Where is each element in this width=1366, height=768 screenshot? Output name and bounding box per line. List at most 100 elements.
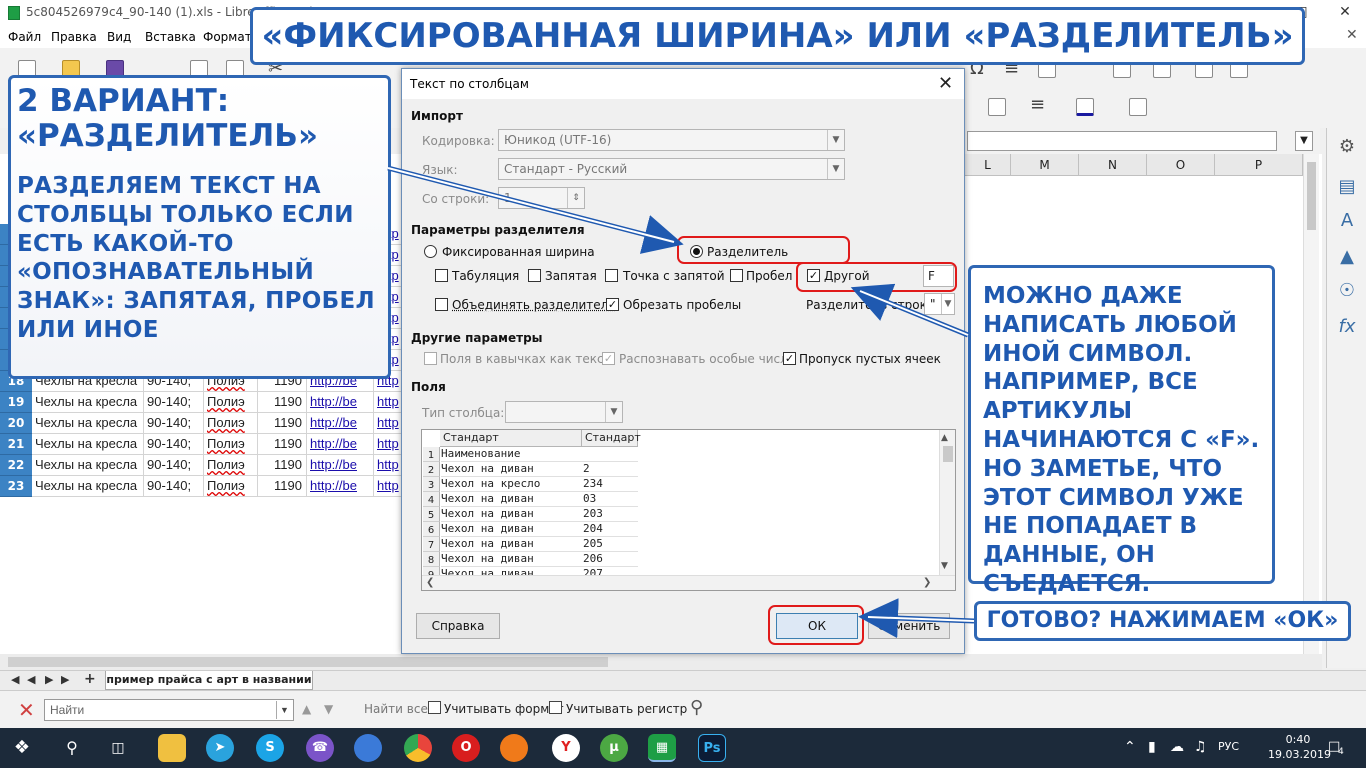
tray-expand-icon[interactable]: ⌃ [1124, 739, 1136, 755]
fixed-width-radio[interactable] [424, 245, 437, 258]
properties-icon[interactable]: ▤ [1336, 176, 1358, 198]
formula-input[interactable] [967, 131, 1277, 151]
explorer-icon[interactable] [158, 734, 186, 762]
comma-checkbox[interactable] [528, 269, 541, 282]
scroll-right-icon[interactable]: ❯ [923, 577, 931, 588]
row-header[interactable]: 23 [0, 476, 32, 497]
cell-name[interactable]: Чехлы на кресла [32, 413, 144, 434]
photoshop-icon[interactable]: Ps [698, 734, 726, 762]
torrent-icon[interactable]: μ [600, 734, 628, 762]
cell-size[interactable]: 90-140; [144, 392, 204, 413]
styles-icon[interactable]: A [1336, 210, 1358, 232]
menu-edit[interactable]: Правка [51, 30, 97, 44]
scroll-thumb[interactable] [1307, 162, 1316, 230]
skype-icon[interactable]: S [256, 734, 284, 762]
column-header[interactable]: N [1079, 154, 1147, 176]
navigator-icon[interactable]: ☉ [1336, 280, 1358, 302]
border-color-icon[interactable] [1076, 98, 1094, 116]
detect-special-checkbox[interactable]: ✓ [602, 352, 615, 365]
scroll-left-icon[interactable]: ❮ [426, 577, 434, 588]
encoding-select[interactable]: Юникод (UTF-16) ▼ [498, 129, 845, 151]
chrome-icon[interactable] [404, 734, 432, 762]
cell-material[interactable]: Полиэ [204, 434, 258, 455]
find-replace-icon[interactable]: ⚲ [690, 697, 703, 718]
cell-price[interactable]: 1190 [258, 476, 307, 497]
column-header[interactable]: P [1215, 154, 1303, 176]
find-previous-icon[interactable]: ▲ [302, 702, 311, 716]
menu-format[interactable]: Формат [203, 30, 252, 44]
preview-column-header[interactable]: Стандарт [440, 430, 582, 447]
from-row-spinner[interactable]: 1 ⇕ [498, 187, 585, 209]
opera-icon[interactable]: O [452, 734, 480, 762]
match-case-checkbox[interactable] [549, 701, 562, 714]
horizontal-scrollbar[interactable] [8, 657, 608, 667]
language-select[interactable]: Стандарт - Русский ▼ [498, 158, 845, 180]
sheet-tab[interactable]: пример прайса с арт в названии [105, 671, 313, 690]
cell-material[interactable]: Полиэ [204, 392, 258, 413]
next-sheet-icon[interactable]: ▶ [45, 673, 53, 686]
volume-icon[interactable]: ♫ [1194, 739, 1207, 755]
preview-scroll-thumb[interactable] [943, 446, 953, 462]
close-window-icon[interactable]: ✕ [1322, 0, 1366, 26]
find-dropdown-icon[interactable]: ▼ [276, 701, 292, 719]
cell-name[interactable]: Чехлы на кресла [32, 434, 144, 455]
yandex-icon[interactable]: Y [552, 734, 580, 762]
cell-material[interactable]: Полиэ [204, 455, 258, 476]
calc-icon[interactable]: ▦ [648, 734, 676, 762]
cell-link[interactable]: http://be [307, 455, 374, 476]
cell-price[interactable]: 1190 [258, 455, 307, 476]
cell-size[interactable]: 90-140; [144, 476, 204, 497]
cell-link-2[interactable]: http [374, 413, 404, 434]
functions-icon[interactable]: fx [1336, 316, 1358, 338]
quoted-as-text-checkbox[interactable] [424, 352, 437, 365]
merge-delimiters-checkbox[interactable] [435, 298, 448, 311]
first-sheet-icon[interactable]: ◀ [11, 673, 19, 686]
cell-name[interactable]: Чехлы на кресла [32, 455, 144, 476]
preview-table[interactable]: Стандарт Стандарт 1 Наименование 2 Чехол на… [421, 429, 956, 591]
menu-view[interactable]: Вид [107, 30, 131, 44]
cancel-button[interactable]: Отменить [868, 613, 950, 639]
trim-spaces-checkbox[interactable]: ✓ [606, 298, 619, 311]
row-header[interactable]: 21 [0, 434, 32, 455]
help-button[interactable]: Справка [416, 613, 500, 639]
border-style-icon[interactable]: ≡ [1030, 94, 1045, 115]
start-icon[interactable]: ❖ [8, 734, 36, 762]
vertical-scrollbar[interactable] [1303, 154, 1319, 654]
menu-insert[interactable]: Вставка [145, 30, 196, 44]
cell-price[interactable]: 1190 [258, 434, 307, 455]
semicolon-checkbox[interactable] [605, 269, 618, 282]
close-document-icon[interactable]: ✕ [1346, 27, 1358, 43]
skip-empty-checkbox[interactable]: ✓ [783, 352, 796, 365]
language-indicator[interactable]: РУС [1218, 740, 1239, 753]
find-next-icon[interactable]: ▼ [324, 702, 333, 716]
dialog-close-icon[interactable]: ✕ [938, 73, 953, 94]
task-view-icon[interactable]: ◫ [104, 734, 132, 762]
scroll-down-icon[interactable]: ▼ [941, 561, 948, 571]
cell-link[interactable]: http://be [307, 434, 374, 455]
cell-link[interactable]: http://be [307, 476, 374, 497]
close-find-icon[interactable]: ✕ [18, 698, 35, 722]
cell-material[interactable]: Полиэ [204, 476, 258, 497]
cell-price[interactable]: 1190 [258, 413, 307, 434]
row-header[interactable]: 20 [0, 413, 32, 434]
cell-price[interactable]: 1190 [258, 392, 307, 413]
cell-material[interactable]: Полиэ [204, 413, 258, 434]
menu-file[interactable]: Файл [8, 30, 41, 44]
preview-vertical-scrollbar[interactable]: ▲ ▼ [939, 430, 955, 575]
globe-icon[interactable] [354, 734, 382, 762]
space-checkbox[interactable] [730, 269, 743, 282]
cell-name[interactable]: Чехлы на кресла [32, 476, 144, 497]
firefox-icon[interactable] [500, 734, 528, 762]
battery-icon[interactable]: ▮ [1148, 739, 1156, 755]
match-format-checkbox[interactable] [428, 701, 441, 714]
add-sheet-icon[interactable]: + [84, 671, 96, 687]
cell-link-2[interactable]: http [374, 392, 404, 413]
cell-size[interactable]: 90-140; [144, 413, 204, 434]
telegram-icon[interactable]: ➤ [206, 734, 234, 762]
cell-name[interactable]: Чехлы на кресла [32, 392, 144, 413]
viber-icon[interactable]: ☎ [306, 734, 334, 762]
scroll-up-icon[interactable]: ▲ [941, 433, 948, 443]
find-input[interactable]: Найти ▼ [44, 699, 294, 721]
gallery-icon[interactable]: ▲ [1336, 246, 1358, 268]
row-header[interactable]: 19 [0, 392, 32, 413]
